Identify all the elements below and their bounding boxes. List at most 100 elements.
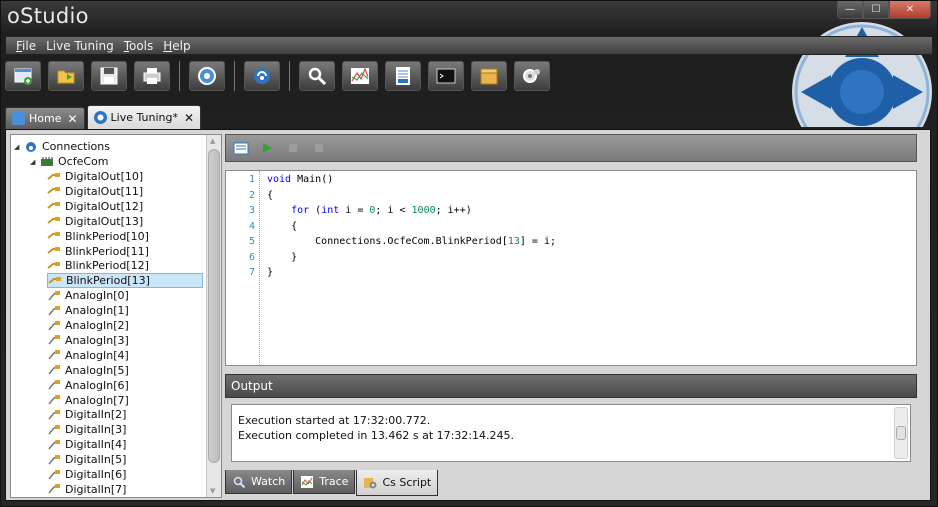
stop-button[interactable] xyxy=(310,139,328,157)
output-line: Execution completed in 13.462 s at 17:32… xyxy=(238,429,515,442)
scroll-down-icon[interactable]: ▼ xyxy=(210,487,215,495)
tree-item-label: DigitalIn[2] xyxy=(65,408,127,422)
plugin-button[interactable] xyxy=(514,61,550,91)
tree-device-ocfecom[interactable]: ◢ OcfeCom xyxy=(30,154,108,169)
tab-trace[interactable]: Trace xyxy=(293,470,356,494)
connections-icon xyxy=(26,141,36,152)
tree-item[interactable]: BlinkPeriod[11] xyxy=(47,244,149,259)
tree-item[interactable]: DigitalIn[6] xyxy=(47,467,126,482)
collapse-icon[interactable]: ◢ xyxy=(30,158,40,166)
collapse-icon[interactable]: ◢ xyxy=(14,143,24,151)
line-number: 2 xyxy=(248,189,255,201)
connection-icon xyxy=(254,68,270,84)
package-button[interactable] xyxy=(471,61,507,91)
input-signal-icon xyxy=(48,439,60,450)
tree-item[interactable]: AnalogIn[3] xyxy=(47,333,129,348)
tree-item[interactable]: DigitalIn[4] xyxy=(47,437,126,452)
toolbar-separator xyxy=(234,61,235,91)
input-signal-icon xyxy=(48,365,60,375)
connection-button[interactable] xyxy=(244,61,280,91)
menu-bar: File Live Tuning Tools Help xyxy=(5,36,933,55)
tree-item[interactable]: DigitalOut[13] xyxy=(47,214,143,229)
toolbar-separator xyxy=(289,61,290,91)
code-text: { xyxy=(267,189,274,201)
tree-item[interactable]: AnalogIn[2] xyxy=(47,318,129,333)
menu-live-tuning[interactable]: Live Tuning xyxy=(46,39,114,53)
tree-item[interactable]: DigitalOut[10] xyxy=(47,169,143,184)
log-button[interactable] xyxy=(385,61,421,91)
close-tab-live-tuning-icon[interactable]: ✕ xyxy=(184,111,194,125)
line-number: 7 xyxy=(248,267,255,278)
tree-scroll-thumb[interactable] xyxy=(208,149,220,463)
script-pane: 1 void Main() 2{3 for (int i = 0; i < 1000… xyxy=(225,134,927,498)
tree-item[interactable]: DigitalIn[7] xyxy=(47,482,126,497)
tree-item[interactable]: DigitalIn[5] xyxy=(47,452,126,467)
tree-item[interactable]: AnalogIn[0] xyxy=(47,288,129,303)
tab-live-tuning[interactable]: Live Tuning* ✕ xyxy=(86,105,202,129)
scroll-up-icon[interactable]: ▲ xyxy=(210,137,215,145)
home-icon xyxy=(12,112,25,125)
main-area: ◢ Connections ◢ OcfeCom DigitalOut[10] Di… xyxy=(5,129,931,501)
tree-item-label: AnalogIn[7] xyxy=(65,393,129,407)
input-signal-icon xyxy=(48,320,60,330)
tree-item-label: BlinkPeriod[13] xyxy=(66,274,150,288)
tree-item[interactable]: AnalogIn[4] xyxy=(47,348,129,363)
tree-item[interactable]: AnalogIn[7] xyxy=(47,393,129,408)
tree-item-label: DigitalIn[6] xyxy=(65,468,127,481)
tree-item-label: DigitalOut[13] xyxy=(65,214,144,228)
code-text: { xyxy=(267,220,298,232)
tree-root-connections[interactable]: ◢ Connections xyxy=(14,139,110,154)
tree-item[interactable]: BlinkPeriod[13] xyxy=(47,273,203,289)
output-header: Output xyxy=(225,374,917,398)
tree-item[interactable]: AnalogIn[1] xyxy=(47,303,129,318)
open-button[interactable] xyxy=(48,61,84,91)
pause-button[interactable] xyxy=(284,139,302,157)
chart-button[interactable] xyxy=(342,61,378,91)
settings-icon xyxy=(198,67,216,85)
tree-item[interactable]: DigitalIn[3] xyxy=(47,422,126,437)
tree-item[interactable]: AnalogIn[5] xyxy=(47,363,129,378)
tree-item[interactable]: DigitalOut[11] xyxy=(47,184,143,199)
tree-item-label: DigitalIn[3] xyxy=(65,423,127,437)
code-editor[interactable]: 1 void Main() 2{3 for (int i = 0; i < 1000… xyxy=(225,170,917,366)
tree-item[interactable]: AnalogIn[6] xyxy=(47,378,129,393)
tree-scrollbar[interactable]: ▲ ▼ xyxy=(206,135,221,497)
menu-tools[interactable]: Tools xyxy=(124,39,154,53)
settings-button[interactable] xyxy=(189,61,225,91)
code-text: } xyxy=(267,251,298,263)
print-button[interactable] xyxy=(134,61,170,91)
tree-item-label: BlinkPeriod[10] xyxy=(65,229,149,243)
tree-item-label: BlinkPeriod[12] xyxy=(65,259,149,273)
tree-item[interactable]: DigitalOut[12] xyxy=(47,199,143,214)
new-document-button[interactable] xyxy=(5,61,41,91)
terminal-button[interactable] xyxy=(428,61,464,91)
menu-help[interactable]: Help xyxy=(163,39,190,53)
search-button[interactable] xyxy=(299,61,335,91)
menu-file[interactable]: File xyxy=(16,39,36,53)
input-signal-icon xyxy=(48,484,60,494)
output-scrollbar[interactable] xyxy=(894,407,908,459)
toolbar-separator xyxy=(179,61,180,91)
tab-cs-script[interactable]: Cs Script xyxy=(356,470,439,496)
tab-home[interactable]: Home ✕ xyxy=(5,107,85,129)
code-text: void Main() xyxy=(267,174,334,185)
package-icon xyxy=(480,68,498,85)
output-signal-icon xyxy=(47,261,60,269)
code-line: 4 { xyxy=(226,219,297,234)
close-tab-home-icon[interactable]: ✕ xyxy=(67,112,77,126)
code-line: 6 } xyxy=(226,250,297,265)
compile-button[interactable] xyxy=(232,139,250,157)
save-button[interactable] xyxy=(91,61,127,91)
line-number: 6 xyxy=(248,251,255,263)
run-button[interactable] xyxy=(258,139,276,157)
tab-watch[interactable]: Watch xyxy=(225,470,293,494)
tree-item[interactable]: BlinkPeriod[12] xyxy=(47,258,149,273)
input-signal-icon xyxy=(48,335,60,345)
tree-item[interactable]: DigitalIn[2] xyxy=(47,407,126,422)
print-icon xyxy=(143,68,161,84)
tree-item-label: DigitalIn[4] xyxy=(65,438,127,452)
tree-item[interactable]: BlinkPeriod[10] xyxy=(47,229,149,244)
output-scroll-thumb[interactable] xyxy=(896,426,906,440)
script-toolbar xyxy=(225,134,917,162)
code-line: 5 Connections.OcfeCom.BlinkPeriod[13] = … xyxy=(226,234,556,249)
